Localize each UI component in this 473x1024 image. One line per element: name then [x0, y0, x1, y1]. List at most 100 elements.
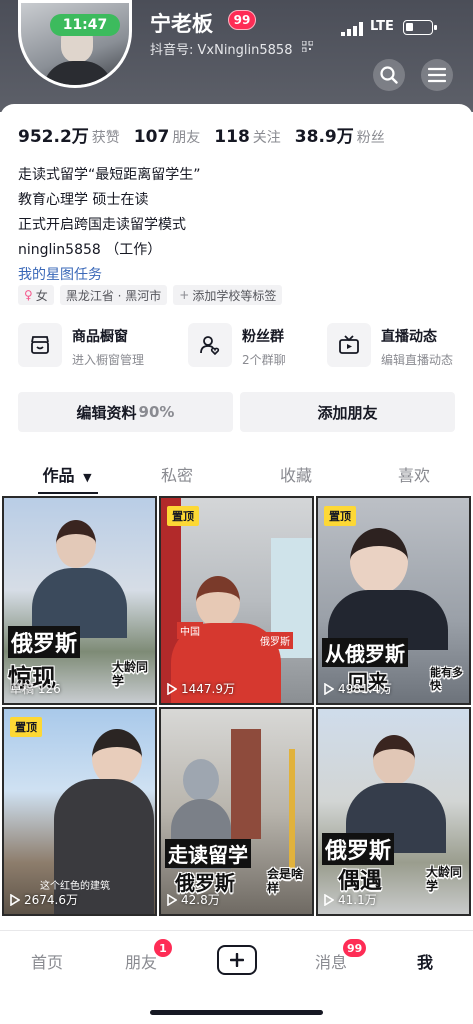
status-time: 11:47 — [50, 14, 120, 36]
profile-nickname: 宁老板 — [150, 12, 213, 36]
profile-completion: 90% — [138, 403, 175, 421]
stat-value: 118 — [214, 127, 250, 147]
stat-value: 107 — [133, 127, 170, 147]
play-count-value: 1447.9万 — [181, 682, 235, 696]
add-school-tag-button[interactable]: + 添加学校等标签 — [173, 285, 283, 305]
battery-icon — [403, 20, 437, 35]
video-thumbnail[interactable]: 置顶 中国 俄罗斯 1447.9万 — [159, 496, 314, 705]
fans-group-icon — [188, 323, 232, 367]
video-caption-side: 大龄同学 — [112, 660, 149, 688]
tool-title: 商品橱窗 — [72, 329, 128, 345]
location-tag: 黑龙江省 · 黑河市 — [59, 285, 168, 305]
plus-icon — [230, 953, 244, 967]
profile-stats: 952.2万 获赞 107 朋友 118 关注 38.9万 粉丝 — [18, 122, 399, 147]
tab-works[interactable]: 作品 ▼ — [8, 462, 126, 486]
stat-friends[interactable]: 107 朋友 — [134, 127, 201, 147]
live-tv-icon — [327, 323, 371, 367]
home-indicator — [150, 1010, 323, 1015]
play-icon — [167, 893, 177, 906]
add-friend-button[interactable]: 添加朋友 — [240, 392, 455, 432]
video-caption: 从俄罗斯 — [322, 638, 408, 667]
draft-count: 草稿 126 — [10, 682, 61, 696]
add-school-label: 添加学校等标签 — [192, 288, 277, 303]
play-icon — [324, 682, 334, 695]
tool-subtitle: 进入橱窗管理 — [72, 353, 145, 367]
bio-line: 教育心理学 硕士在读 — [18, 192, 149, 208]
video-grid: 俄罗斯 惊现 大龄同学 草稿 126 置顶 中国 俄罗斯 1447.9万 置顶 … — [0, 496, 473, 916]
profile-tags: ♀ 女 黑龙江省 · 黑河市 + 添加学校等标签 — [18, 285, 288, 305]
nav-me[interactable]: 我 — [378, 949, 472, 973]
stat-label: 粉丝 — [356, 130, 385, 146]
pinned-badge: 置顶 — [167, 506, 199, 526]
profile-bio: 走读式留学“最短距离留学生” 教育心理学 硕士在读 正式开启跨国走读留学模式 n… — [18, 163, 201, 288]
play-count-value: 42.8万 — [181, 893, 220, 907]
gender-label: 女 — [35, 288, 48, 303]
pinned-badge: 置顶 — [10, 717, 42, 737]
play-count-value: 2674.6万 — [24, 893, 78, 907]
stat-label: 关注 — [252, 130, 281, 146]
stat-value: 38.9万 — [294, 127, 354, 147]
tool-subtitle: 编辑直播动态 — [381, 353, 454, 367]
tool-fans-group[interactable]: 粉丝群 2个群聊 — [188, 323, 286, 371]
account-id[interactable]: 抖音号: VxNinglin5858 — [150, 39, 292, 58]
video-thumbnail[interactable]: 置顶 从俄罗斯 回来 能有多快 4981.4万 — [316, 496, 471, 705]
stat-value: 952.2万 — [18, 127, 89, 147]
video-thumbnail[interactable]: 置顶 这个红色的建筑 2674.6万 — [2, 707, 157, 916]
hamburger-menu-icon — [428, 67, 446, 83]
tab-likes[interactable]: 喜欢 — [355, 462, 473, 486]
video-caption: 俄罗斯 — [322, 833, 395, 865]
play-icon — [324, 893, 334, 906]
tab-private[interactable]: 私密 — [118, 462, 236, 486]
menu-button[interactable] — [421, 59, 453, 91]
stat-following[interactable]: 118 关注 — [214, 127, 281, 147]
play-count: 41.1万 — [324, 891, 377, 908]
avatar-body — [43, 61, 113, 85]
play-count-value: 4981.4万 — [338, 682, 392, 696]
nav-friends[interactable]: 朋友 — [94, 949, 188, 973]
nav-home[interactable]: 首页 — [0, 949, 94, 973]
content-tabs: 作品 ▼ 私密 收藏 喜欢 — [0, 450, 473, 496]
video-caption: 走读留学 — [165, 839, 251, 868]
play-count-value: 41.1万 — [338, 893, 377, 907]
create-button[interactable] — [217, 945, 257, 975]
tool-shop-window[interactable]: 商品橱窗 进入橱窗管理 — [18, 323, 144, 371]
tool-live-updates[interactable]: 直播动态 编辑直播动态 — [327, 323, 453, 371]
play-count: 42.8万 — [167, 891, 220, 908]
bio-line: 走读式留学“最短距离留学生” — [18, 167, 201, 183]
qr-code-icon[interactable] — [302, 41, 313, 52]
tool-title: 粉丝群 — [242, 329, 284, 345]
video-caption-side: 大龄同学 — [426, 865, 463, 893]
video-caption: 俄罗斯 — [257, 632, 293, 649]
video-thumbnail[interactable]: 俄罗斯 偶遇 大龄同学 41.1万 — [316, 707, 471, 916]
bio-line: 正式开启跨国走读留学模式 — [18, 217, 186, 233]
profile-header: 11:47 宁老板 99 抖音号: VxNinglin5858 LTE — [0, 0, 473, 112]
friends-badge: 1 — [154, 939, 172, 957]
video-caption: 中国 — [177, 622, 203, 639]
tab-indicator — [38, 492, 98, 494]
stat-label: 朋友 — [172, 130, 201, 146]
search-button[interactable] — [373, 59, 405, 91]
video-caption: 这个红色的建筑 — [40, 881, 110, 892]
video-caption-side: 会是啥样 — [267, 867, 304, 895]
tab-label: 作品 — [42, 466, 75, 485]
signal-icon — [341, 22, 363, 36]
stat-followers[interactable]: 38.9万 粉丝 — [295, 122, 385, 147]
play-icon — [167, 682, 177, 695]
female-icon: ♀ — [24, 288, 33, 302]
video-thumbnail[interactable]: 走读留学 俄罗斯 会是啥样 42.8万 — [159, 707, 314, 916]
edit-profile-button[interactable]: 编辑资料 90% — [18, 392, 233, 432]
plus-icon: + — [179, 288, 190, 302]
tab-favorites[interactable]: 收藏 — [237, 462, 355, 486]
search-icon — [380, 66, 398, 84]
play-count: 1447.9万 — [167, 680, 235, 697]
video-caption: 俄罗斯 — [8, 626, 81, 658]
nickname-badge[interactable]: 99 — [228, 10, 256, 30]
play-icon — [10, 893, 20, 906]
stat-likes[interactable]: 952.2万 获赞 — [18, 122, 120, 147]
bio-line: ninglin5858 （工作） — [18, 242, 162, 258]
messages-badge: 99 — [343, 939, 367, 957]
gender-tag: ♀ 女 — [18, 285, 54, 305]
video-thumbnail[interactable]: 俄罗斯 惊现 大龄同学 草稿 126 — [2, 496, 157, 705]
network-type: LTE — [370, 19, 394, 34]
edit-profile-label: 编辑资料 — [76, 403, 137, 422]
